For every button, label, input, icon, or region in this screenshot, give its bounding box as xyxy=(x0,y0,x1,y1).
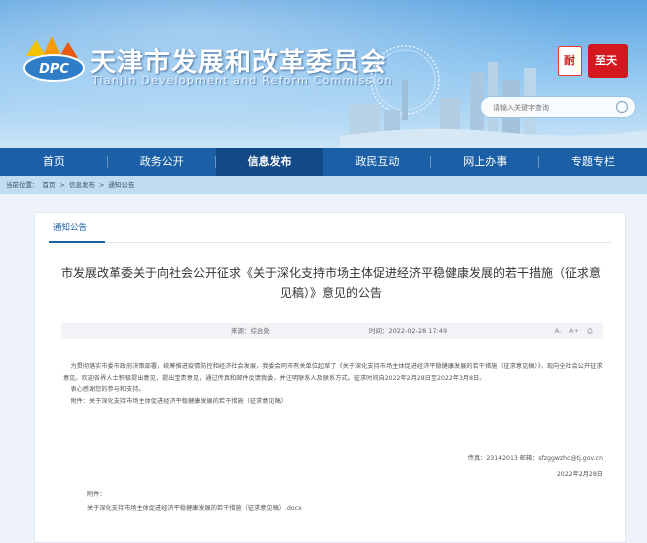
breadcrumb-item-home[interactable]: 首页 xyxy=(43,181,56,189)
contact-info: 传真：23142013 邮箱：sfzggwzhc@tj.gov.cn xyxy=(467,455,603,462)
emblem-left-text: 耐 xyxy=(564,54,575,67)
search-icon[interactable] xyxy=(615,100,629,114)
nav-label: 专题专栏 xyxy=(571,155,616,168)
main-nav: 首页 政务公开 信息发布 政民互动 网上办事 专题专栏 xyxy=(0,148,647,176)
nav-item-online-services[interactable]: 网上办事 xyxy=(431,148,540,176)
breadcrumb-item-information[interactable]: 信息发布 xyxy=(69,181,95,189)
article-time: 时间：2022-02-28 17:49 xyxy=(369,327,448,335)
nav-label: 政务公开 xyxy=(139,155,184,168)
search-input[interactable] xyxy=(493,100,603,115)
print-icon[interactable]: ⎙ xyxy=(585,326,595,336)
tab-active-indicator xyxy=(49,241,105,243)
breadcrumb-separator: > xyxy=(98,181,105,189)
nav-label: 信息发布 xyxy=(247,155,292,168)
nav-label: 政民互动 xyxy=(355,155,400,168)
attachment-link[interactable]: 关于深化支持市场主体促进经济平稳健康发展的若干措施（征求意见稿）.docx xyxy=(87,503,302,512)
nav-item-government-affairs[interactable]: 政务公开 xyxy=(108,148,216,176)
article-meta-bar: 来源：综合处 时间：2022-02-28 17:49 A- A+ ⎙ xyxy=(61,323,603,339)
breadcrumb-item-notices[interactable]: 通知公告 xyxy=(108,181,134,189)
breadcrumb-separator: > xyxy=(59,181,65,189)
search-box xyxy=(480,96,636,118)
tab-notices[interactable]: 通知公告 xyxy=(53,221,87,233)
font-decrease-icon[interactable]: A- xyxy=(553,326,563,336)
site-header: DPC 天津市发展和改革委员会 Tianjin Development and … xyxy=(0,0,647,148)
logo-text: DPC xyxy=(39,62,69,77)
article-title: 市发展改革委关于向社会公开征求《关于深化支持市场主体促进经济平稳健康发展的若干措… xyxy=(60,266,601,300)
emblem-right-text: 至天 xyxy=(595,54,617,67)
body-paragraph: 为贯彻落实市委市政府决策部署，统筹推进疫情防控和经济社会发展，我委会同市有关单位… xyxy=(63,363,603,382)
body-paragraph: 衷心感谢您的参与和支持。 xyxy=(70,386,145,393)
article-body: 为贯彻落实市委市政府决策部署，统筹推进疫情防控和经济社会发展，我委会同市有关单位… xyxy=(63,361,603,407)
tab-bar: 通知公告 xyxy=(49,213,611,243)
font-increase-icon[interactable]: A+ xyxy=(569,326,579,336)
breadcrumb: 当前位置： 首页 > 信息发布 > 通知公告 xyxy=(0,176,647,194)
publish-date: 2022年2月28日 xyxy=(556,471,603,478)
emblem-badge-left: 耐 xyxy=(558,46,582,76)
nav-label: 网上办事 xyxy=(463,155,508,168)
dpc-logo-icon: DPC xyxy=(23,36,85,82)
breadcrumb-prefix: 当前位置： xyxy=(6,181,39,189)
nav-label: 首页 xyxy=(42,155,65,168)
nav-item-public-interaction[interactable]: 政民互动 xyxy=(323,148,432,176)
nav-item-special-topics[interactable]: 专题专栏 xyxy=(539,148,647,176)
nav-item-home[interactable]: 首页 xyxy=(0,148,108,176)
article-source: 来源：综合处 xyxy=(231,327,270,335)
attachment-label: 附件： xyxy=(87,491,106,498)
emblem-badge-right: 至天 xyxy=(588,44,628,78)
body-paragraph: 附件：关于深化支持市场主体促进经济平稳健康发展的若干措施（征求意见稿） xyxy=(70,397,287,405)
article-card: 通知公告 市发展改革委关于向社会公开征求《关于深化支持市场主体促进经济平稳健康发… xyxy=(34,212,626,543)
nav-item-information-release[interactable]: 信息发布 xyxy=(215,148,324,176)
article-tools: A- A+ ⎙ xyxy=(553,326,595,336)
page: DPC 天津市发展和改革委员会 Tianjin Development and … xyxy=(0,0,647,543)
